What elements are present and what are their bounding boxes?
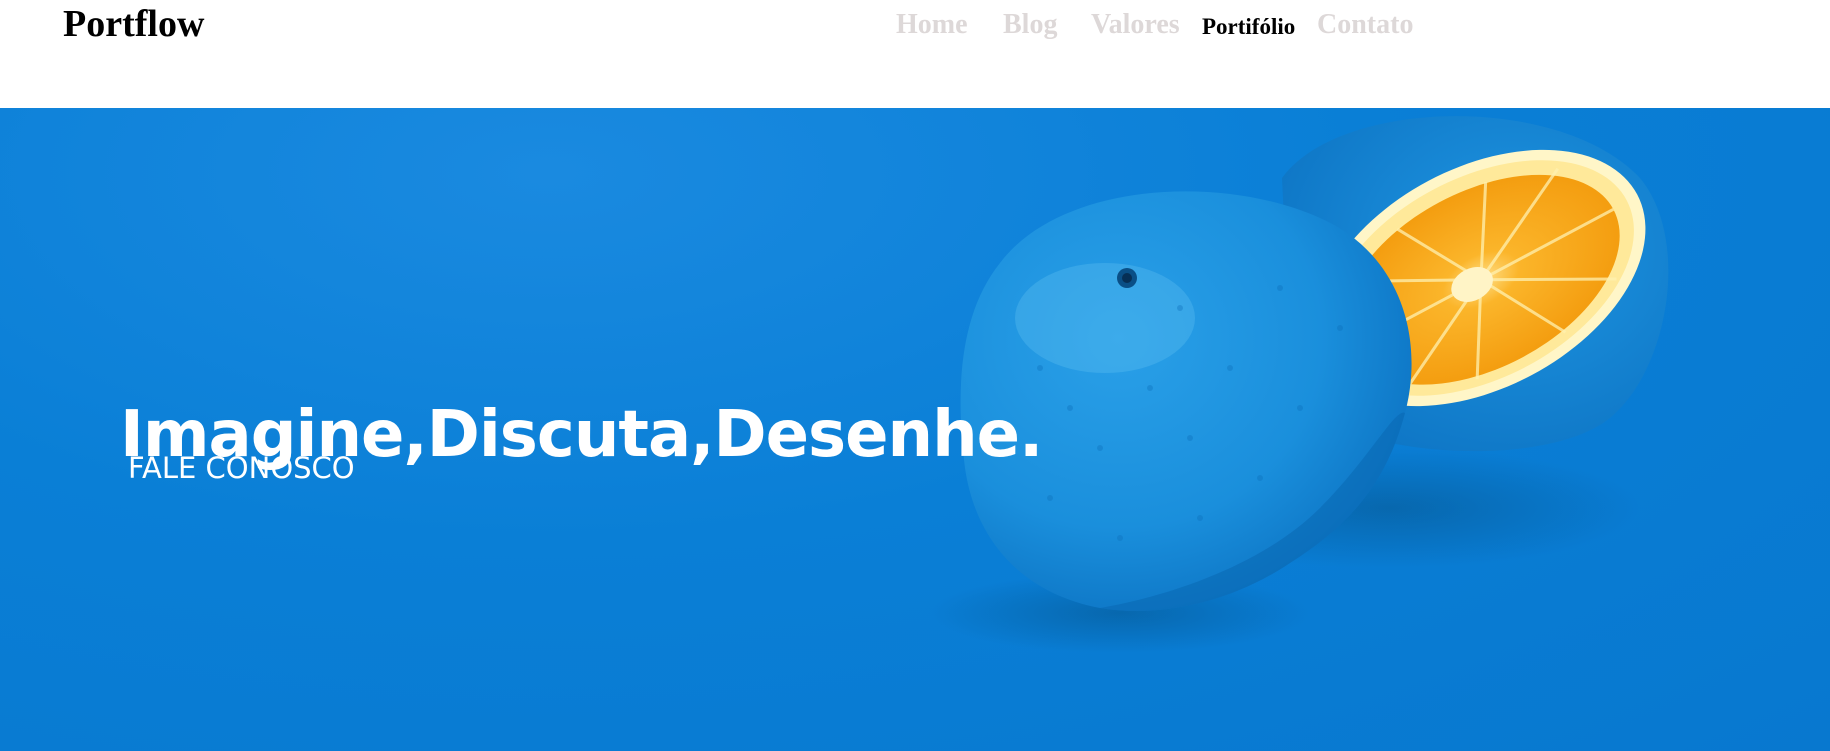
- nav-link-portfolio[interactable]: Portifólio: [1202, 10, 1295, 44]
- nav-link-blog[interactable]: Blog: [1003, 8, 1057, 42]
- site-header: Portflow Home Blog Valores Portifólio Co…: [0, 0, 1830, 108]
- contact-cta-link[interactable]: FALE CONOSCO: [128, 448, 355, 488]
- nav-link-home[interactable]: Home: [896, 8, 968, 42]
- nav-link-contato[interactable]: Contato: [1317, 8, 1413, 42]
- nav-link-valores[interactable]: Valores: [1091, 8, 1180, 42]
- main-nav: Home Blog Valores Portifólio Contato: [0, 8, 1830, 44]
- hero-banner: Imagine,Discuta,Desenhe. FALE CONOSCO: [0, 108, 1830, 751]
